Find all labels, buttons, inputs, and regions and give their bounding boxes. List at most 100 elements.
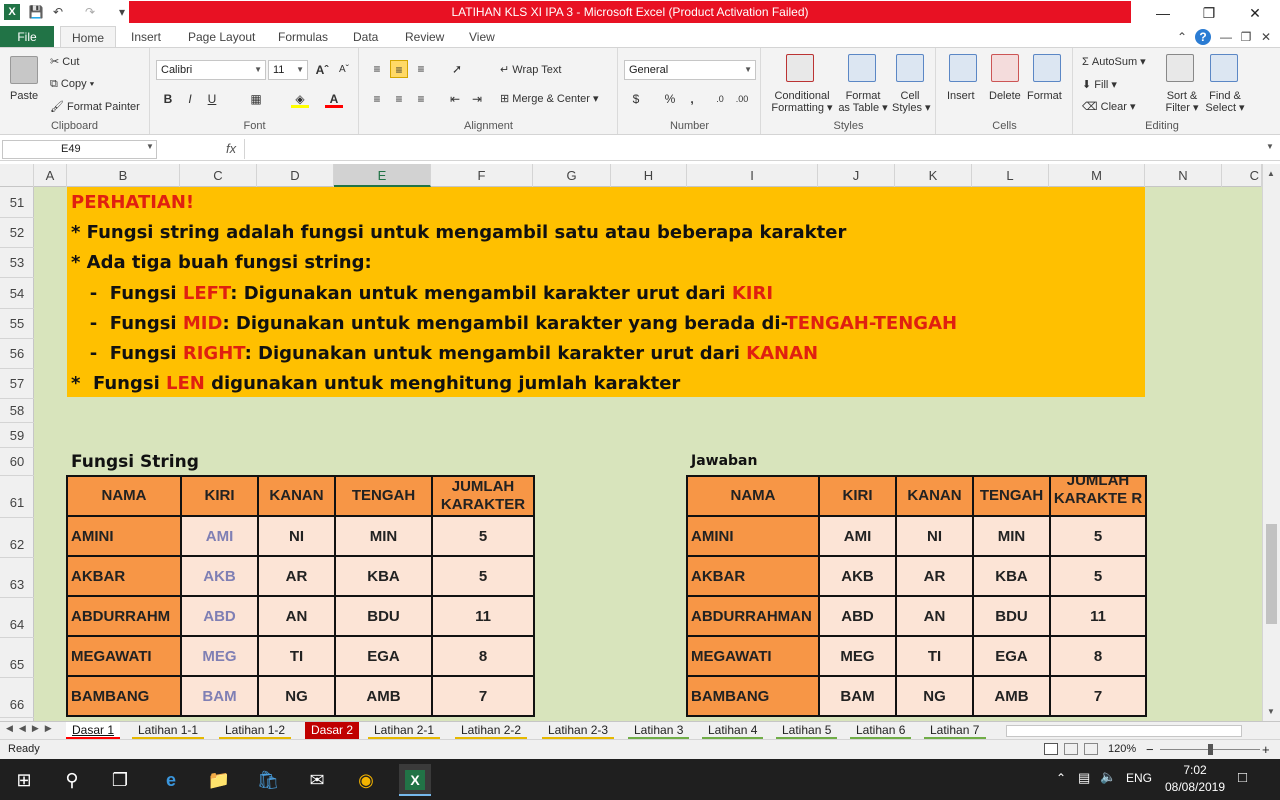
sort-filter-icon[interactable] [1166, 54, 1194, 82]
table-cell[interactable]: ABDURRAHM [66, 595, 182, 637]
row-header[interactable]: 66 [0, 678, 34, 718]
align-top-icon[interactable]: ≡ [368, 60, 386, 78]
language-indicator[interactable]: ENG [1126, 771, 1152, 785]
name-box-dropdown-icon[interactable]: ▼ [146, 142, 154, 151]
table-cell[interactable]: 11 [431, 595, 535, 637]
table-header[interactable]: KANAN [895, 475, 974, 517]
format-painter-button[interactable]: 🖌 Format Painter [50, 100, 140, 113]
table-header[interactable]: KIRI [818, 475, 897, 517]
orientation-icon[interactable]: ➚ [448, 60, 466, 78]
save-icon[interactable]: 💾 [28, 4, 44, 20]
sheet-tab[interactable]: Latihan 7 [924, 722, 986, 739]
table-cell[interactable]: 7 [431, 675, 535, 717]
row-header[interactable]: 61 [0, 476, 34, 518]
formula-input[interactable] [244, 139, 1264, 159]
tab-file[interactable]: File [0, 26, 54, 48]
chrome-icon[interactable]: ◉ [350, 764, 382, 796]
table-cell[interactable]: AN [257, 595, 336, 637]
autosum-button[interactable]: Σ AutoSum ▾ [1082, 55, 1146, 68]
sheet-tab[interactable]: Latihan 1-1 [132, 722, 205, 739]
cut-button[interactable]: ✂ Cut [50, 55, 79, 68]
format-cells-button[interactable]: Format [1027, 90, 1062, 102]
undo-icon[interactable]: ↶ [50, 4, 66, 20]
column-header[interactable]: J [818, 164, 895, 187]
table-cell[interactable]: BAMBANG [686, 675, 820, 717]
insert-cells-button[interactable]: Insert [947, 90, 975, 102]
scroll-up-icon[interactable]: ▲ [1267, 169, 1275, 178]
network-icon[interactable]: ▤ [1078, 770, 1090, 786]
column-header[interactable]: F [431, 164, 533, 187]
column-header[interactable]: C [1222, 164, 1262, 187]
table-cell[interactable]: MIN [334, 515, 433, 557]
row-header[interactable]: 63 [0, 558, 34, 598]
search-icon[interactable]: ⚲ [56, 764, 88, 796]
increase-indent-icon[interactable]: ⇥ [468, 90, 486, 108]
table-cell[interactable]: 5 [431, 555, 535, 597]
expand-formula-icon[interactable]: ▼ [1266, 142, 1274, 151]
table-cell[interactable]: NG [895, 675, 974, 717]
table-cell[interactable]: BAM [818, 675, 897, 717]
notifications-icon[interactable]: □ [1238, 769, 1247, 786]
table-header[interactable]: JUMLAH KARAKTE R [1049, 475, 1147, 517]
sheet-tab[interactable]: Latihan 2-2 [455, 722, 528, 739]
table-cell[interactable]: MIN [972, 515, 1051, 557]
column-header[interactable]: N [1145, 164, 1222, 187]
row-header[interactable]: 55 [0, 309, 34, 339]
table-cell[interactable]: TI [895, 635, 974, 677]
increase-decimal-icon[interactable]: .0 [711, 90, 729, 108]
row-header[interactable]: 51 [0, 187, 34, 218]
table-cell[interactable]: AKB [180, 555, 259, 597]
conditional-formatting-icon[interactable] [786, 54, 814, 82]
fill-button[interactable]: ⬇ Fill ▾ [1082, 78, 1117, 91]
table-cell[interactable]: 8 [1049, 635, 1147, 677]
zoom-out-icon[interactable]: − [1146, 740, 1154, 759]
wrap-text-button[interactable]: ↵ Wrap Text [500, 63, 561, 76]
table-cell[interactable]: AKBAR [66, 555, 182, 597]
table-cell[interactable]: AMB [334, 675, 433, 717]
number-format-select[interactable]: General ▼ [624, 60, 756, 80]
table-cell[interactable]: EGA [334, 635, 433, 677]
table-header[interactable]: TENGAH [972, 475, 1051, 517]
sheet-tab[interactable]: Latihan 5 [776, 722, 838, 739]
page-layout-view-icon[interactable] [1064, 743, 1078, 755]
table-cell[interactable]: BDU [972, 595, 1051, 637]
clear-button[interactable]: ⌫ Clear ▾ [1082, 100, 1136, 113]
sheet-tab[interactable]: Latihan 4 [702, 722, 764, 739]
row-header[interactable]: 59 [0, 423, 34, 448]
tab-insert[interactable]: Insert [123, 26, 169, 48]
file-explorer-icon[interactable]: 📁 [203, 764, 235, 796]
row-header[interactable]: 58 [0, 399, 34, 423]
table-cell[interactable]: AMI [180, 515, 259, 557]
find-select-button[interactable]: Find & Select ▾ [1204, 90, 1246, 114]
format-as-table-icon[interactable] [848, 54, 876, 82]
align-left-icon[interactable]: ≡ [368, 90, 386, 108]
zoom-in-icon[interactable]: + [1262, 740, 1270, 759]
table-header[interactable]: KANAN [257, 475, 336, 517]
table-cell[interactable]: 8 [431, 635, 535, 677]
table-cell[interactable]: ABD [818, 595, 897, 637]
copy-button[interactable]: ⧉ Copy ▾ [50, 78, 94, 91]
tab-formulas[interactable]: Formulas [270, 26, 336, 48]
fill-color-icon[interactable]: ◈ [291, 90, 309, 108]
column-header[interactable]: A [34, 164, 67, 187]
row-header[interactable]: 57 [0, 369, 34, 399]
table-header[interactable]: TENGAH [334, 475, 433, 517]
zoom-level[interactable]: 120% [1108, 740, 1136, 759]
row-header[interactable]: 52 [0, 218, 34, 248]
minimize-button[interactable]: — [1140, 0, 1186, 26]
clock-time[interactable]: 7:02 [1160, 763, 1230, 777]
tab-home[interactable]: Home [60, 26, 116, 48]
align-right-icon[interactable]: ≡ [412, 90, 430, 108]
sheet-tab[interactable]: Latihan 6 [850, 722, 912, 739]
page-break-view-icon[interactable] [1084, 743, 1098, 755]
table-cell[interactable]: AR [895, 555, 974, 597]
table-cell[interactable]: KBA [972, 555, 1051, 597]
start-icon[interactable]: ⊞ [8, 764, 40, 796]
tray-expand-icon[interactable]: ⌃ [1056, 771, 1066, 785]
select-all-corner[interactable] [0, 164, 34, 187]
ribbon-close-icon[interactable]: ✕ [1258, 29, 1274, 45]
font-size-select[interactable]: 11 ▼ [268, 60, 308, 80]
column-header[interactable]: B [67, 164, 180, 187]
table-cell[interactable]: MEG [818, 635, 897, 677]
help-icon[interactable]: ? [1195, 29, 1211, 45]
